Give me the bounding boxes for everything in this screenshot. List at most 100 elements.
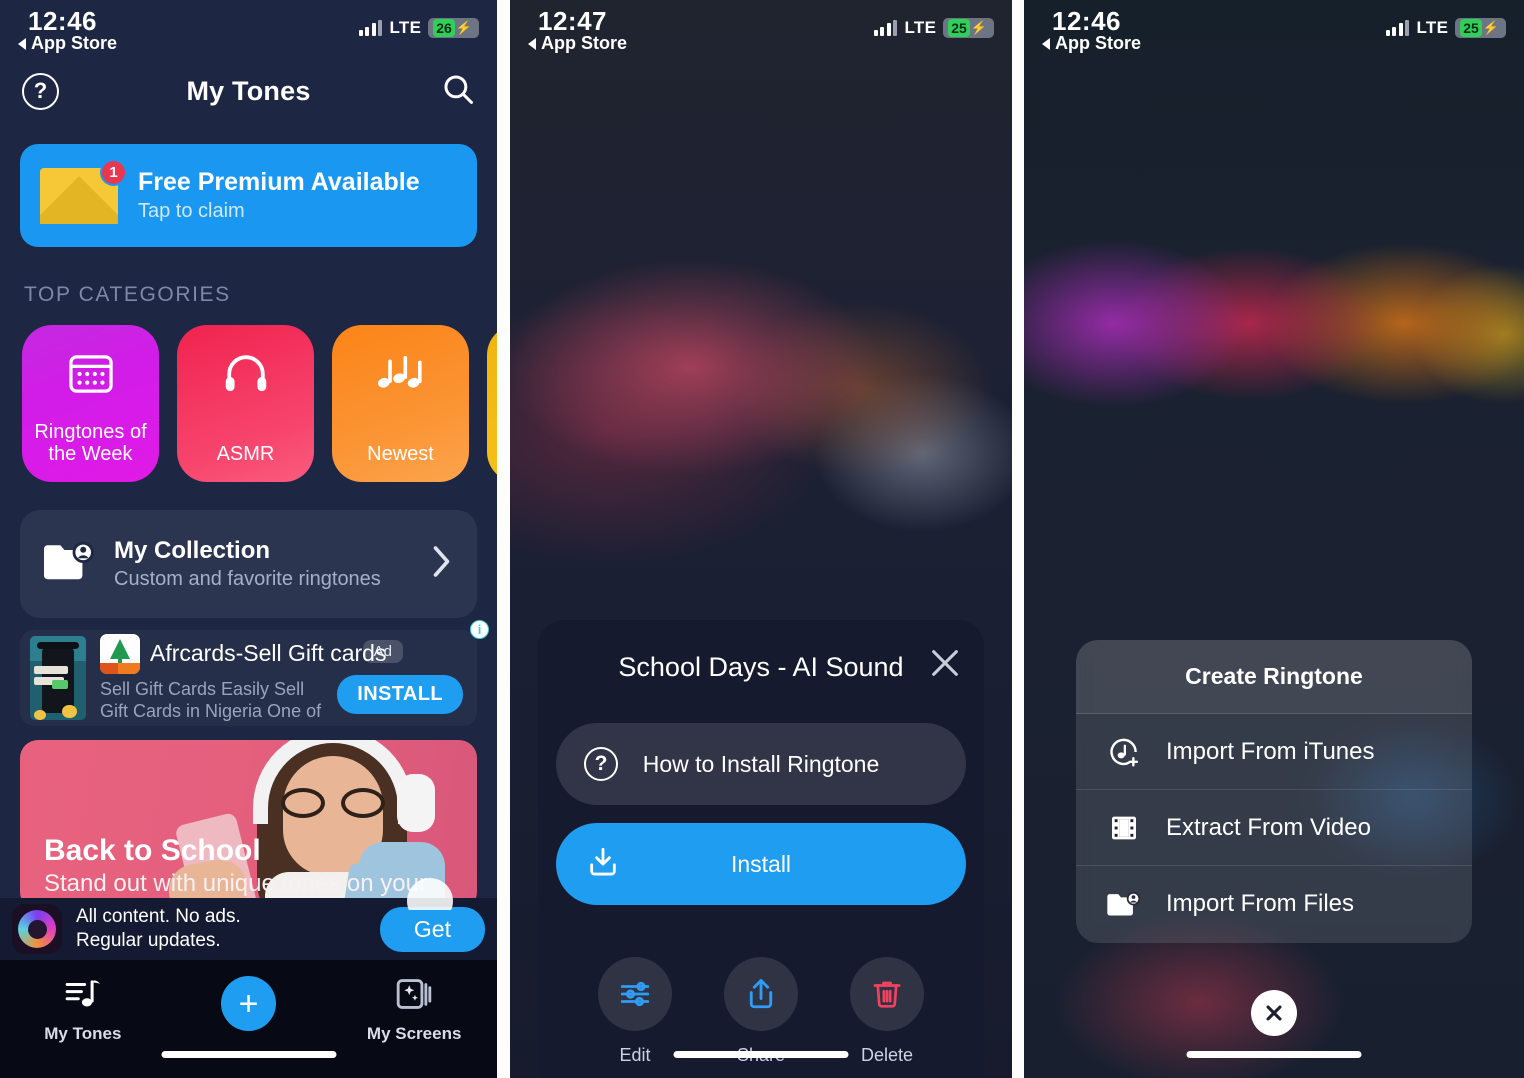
download-icon: [586, 845, 620, 884]
signal-bars-icon: [358, 20, 383, 36]
action-row: Edit Share: [538, 957, 984, 1066]
menu-item-import-from-files[interactable]: Import From Files: [1076, 866, 1472, 942]
plus-icon[interactable]: +: [221, 976, 276, 1031]
chevron-right-icon: [432, 545, 451, 583]
music-list-icon: [64, 976, 102, 1017]
ad-install-button[interactable]: INSTALL: [337, 675, 463, 714]
free-premium-banner[interactable]: 1 Free Premium Available Tap to claim: [20, 144, 477, 247]
ringtone-action-sheet: School Days - AI Sound ? How to Install …: [538, 620, 984, 1078]
menu-item-extract-from-video[interactable]: Extract From Video: [1076, 790, 1472, 866]
tab-label: My Screens: [366, 1024, 462, 1043]
sheet-title: School Days - AI Sound: [618, 652, 904, 682]
three-screenshot-strip: 12:46 App Store LTE 26 ⚡ ? My Tones 1 Fr…: [0, 0, 1524, 1078]
folder-user-icon: [42, 540, 96, 589]
home-indicator[interactable]: [1186, 1051, 1362, 1058]
close-icon[interactable]: [928, 646, 962, 680]
install-button[interactable]: Install: [556, 823, 966, 905]
back-triangle-icon: [18, 37, 26, 50]
my-collection-row[interactable]: My Collection Custom and favorite ringto…: [20, 510, 477, 618]
tab-bar: My Tones + My Screens: [0, 960, 497, 1078]
action-edit[interactable]: Edit: [598, 957, 672, 1066]
promo-subtitle: Stand out with unique tones on your: [44, 870, 427, 897]
signal-bars-icon: [1385, 20, 1410, 36]
tab-my-screens[interactable]: My Screens: [331, 976, 497, 1044]
ad-strip-app-icon: [12, 904, 62, 954]
notification-badge: 1: [100, 158, 127, 186]
status-back-to-app-store[interactable]: App Store: [18, 33, 117, 54]
battery-indicator: 26 ⚡: [428, 18, 479, 38]
action-label: Delete: [860, 1045, 914, 1065]
film-icon: [1106, 812, 1142, 844]
menu-item-label: Extract From Video: [1166, 813, 1371, 841]
network-label: LTE: [1416, 18, 1449, 37]
category-label: ASMR: [216, 443, 275, 466]
signal-bars-icon: [873, 20, 898, 36]
music-notes-icon: [332, 353, 469, 395]
network-label: LTE: [904, 18, 937, 37]
charging-bolt-icon: ⚡: [970, 20, 987, 35]
trash-icon: [850, 957, 924, 1031]
nav-bar: ? My Tones: [0, 60, 497, 122]
ad-row[interactable]: Afrcards-Sell Gift cards Sell Gift Cards…: [20, 620, 489, 726]
menu-item-label: Import From Files: [1166, 890, 1355, 917]
status-bar: 12:47 App Store LTE 25 ⚡: [510, 0, 1012, 60]
home-indicator[interactable]: [673, 1051, 849, 1058]
action-share[interactable]: Share: [724, 957, 798, 1066]
panel-ringtone-detail: 12:47 App Store LTE 25 ⚡ School Days - A…: [510, 0, 1012, 1078]
category-label: Ringtones of the Week: [34, 420, 147, 466]
menu-item-import-from-itunes[interactable]: Import From iTunes: [1076, 714, 1472, 790]
back-triangle-icon: [1042, 37, 1050, 50]
category-tile-asmr[interactable]: ASMR: [177, 325, 314, 482]
status-indicators: LTE 25 ⚡: [1385, 18, 1506, 38]
create-ringtone-sheet: Create Ringtone Import From iTunes Extra…: [1076, 640, 1472, 943]
status-indicators: LTE 25 ⚡: [873, 18, 994, 38]
ad-app-icon: [100, 633, 140, 674]
folder-user-icon: [1106, 888, 1142, 920]
tab-my-tones[interactable]: My Tones: [0, 976, 166, 1044]
search-icon[interactable]: [441, 72, 475, 111]
how-to-install-button[interactable]: ? How to Install Ringtone: [556, 723, 966, 805]
promo-title: Back to School: [44, 834, 261, 867]
tab-add[interactable]: +: [166, 976, 332, 1031]
close-icon[interactable]: [1251, 990, 1297, 1036]
panel-divider: [1012, 0, 1024, 1078]
sparkle-screens-icon: [395, 976, 433, 1017]
category-list[interactable]: Ringtones of the Week ASMR Newest: [0, 307, 497, 482]
ad-info-icon[interactable]: i: [470, 620, 489, 639]
category-label: Newest: [367, 443, 434, 466]
status-back-label: App Store: [31, 33, 118, 53]
status-bar: 12:46 App Store LTE 25 ⚡: [1024, 0, 1524, 60]
battery-level: 26: [433, 19, 455, 37]
ad-strip-get-button[interactable]: Get: [379, 906, 485, 952]
charging-bolt-icon: ⚡: [455, 20, 472, 35]
question-circle-icon: ?: [584, 747, 618, 781]
promo-play-icon[interactable]: [407, 878, 453, 910]
page-title: My Tones: [186, 75, 311, 106]
network-label: LTE: [389, 18, 422, 37]
category-tile-ringtones-of-the-week[interactable]: Ringtones of the Week: [22, 325, 159, 482]
back-triangle-icon: [528, 37, 536, 50]
category-tile-partial[interactable]: [487, 325, 497, 482]
premium-title: Free Premium Available: [138, 168, 420, 197]
battery-indicator: 25 ⚡: [943, 18, 994, 38]
calendar-icon: [22, 353, 159, 395]
battery-indicator: 25 ⚡: [1455, 18, 1506, 38]
collection-subtitle: Custom and favorite ringtones: [114, 568, 381, 590]
ad-thumbnail: [30, 636, 86, 720]
help-icon[interactable]: ?: [22, 72, 59, 110]
category-tile-newest[interactable]: Newest: [332, 325, 469, 482]
back-to-school-promo[interactable]: Back to School Stand out with unique ton…: [20, 740, 477, 910]
ad-strip-text: All content. No ads. Regular updates.: [76, 905, 241, 951]
envelope-icon: 1: [40, 158, 127, 224]
battery-level: 25: [948, 19, 970, 37]
premium-subtitle: Tap to claim: [138, 199, 245, 222]
charging-bolt-icon: ⚡: [1482, 20, 1499, 35]
status-back-to-app-store[interactable]: App Store: [528, 33, 627, 54]
action-delete[interactable]: Delete: [850, 957, 924, 1066]
panel-create-ringtone: 12:46 App Store LTE 25 ⚡ Create Ringtone: [1024, 0, 1524, 1078]
ad-badge: Ad: [362, 640, 403, 663]
status-bar: 12:46 App Store LTE 26 ⚡: [0, 0, 497, 60]
collection-title: My Collection: [114, 537, 271, 564]
home-indicator[interactable]: [161, 1051, 336, 1058]
status-back-to-app-store[interactable]: App Store: [1042, 33, 1141, 54]
